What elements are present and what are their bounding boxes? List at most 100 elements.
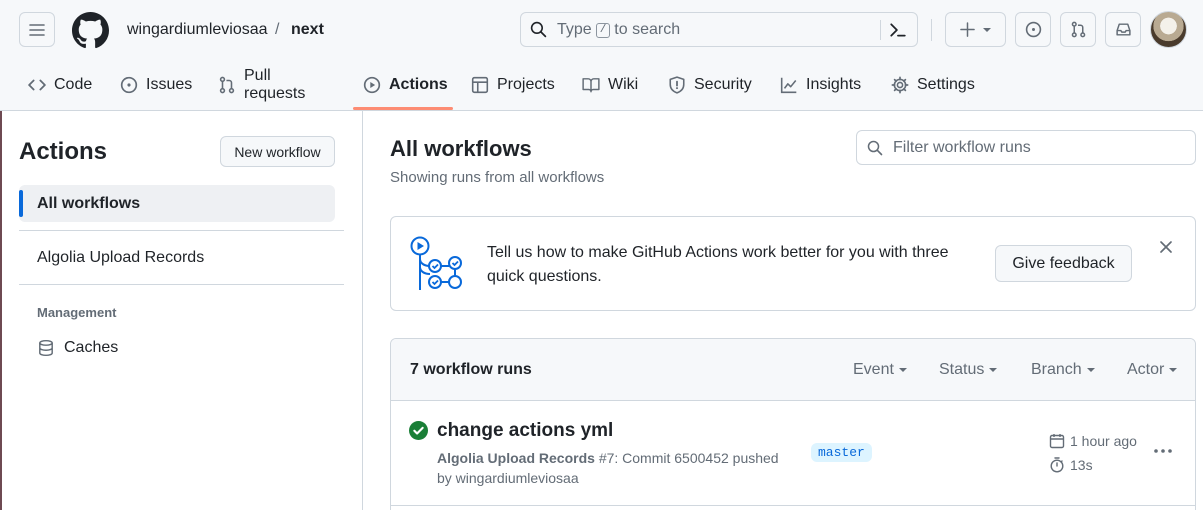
run-duration-text: 13s xyxy=(1070,457,1093,473)
status-filter-label: Status xyxy=(939,361,985,378)
tab-label: Settings xyxy=(917,75,975,93)
filter-placeholder: Filter workflow runs xyxy=(893,139,1031,156)
branch-filter-dropdown[interactable]: Branch xyxy=(1031,361,1095,379)
graph-icon xyxy=(780,77,797,93)
sidebar-item-algolia-upload-records[interactable]: Algolia Upload Records xyxy=(37,248,204,268)
window-edge xyxy=(0,111,2,510)
tab-security[interactable]: Security xyxy=(668,62,752,107)
search-prefix: Type xyxy=(557,21,592,38)
create-new-button[interactable] xyxy=(945,12,1006,47)
search-icon xyxy=(530,21,547,38)
tab-label: Code xyxy=(54,75,93,93)
workflow-runs-count: 7 workflow runs xyxy=(410,361,532,378)
menu-button[interactable] xyxy=(19,12,55,47)
book-icon xyxy=(582,77,600,92)
feedback-message: Tell us how to make GitHub Actions work … xyxy=(487,244,949,285)
issue-icon xyxy=(1025,21,1041,38)
inbox-button[interactable] xyxy=(1105,12,1141,47)
issue-icon xyxy=(120,76,138,93)
new-workflow-button[interactable]: New workflow xyxy=(220,136,335,167)
pull-request-icon xyxy=(1071,21,1085,38)
close-icon[interactable] xyxy=(1159,240,1173,254)
tab-projects[interactable]: Projects xyxy=(471,62,555,107)
tab-wiki[interactable]: Wiki xyxy=(582,62,638,107)
table-icon xyxy=(471,76,489,93)
run-title-link[interactable]: change actions yml xyxy=(437,420,613,442)
pull-request-icon xyxy=(219,76,235,93)
tab-settings[interactable]: Settings xyxy=(891,62,975,107)
filter-workflow-runs-input[interactable]: Filter workflow runs xyxy=(856,130,1196,165)
avatar[interactable] xyxy=(1150,11,1187,48)
pull-requests-button[interactable] xyxy=(1060,12,1096,47)
kebab-menu-icon[interactable] xyxy=(1153,441,1173,461)
plus-icon xyxy=(960,22,975,37)
search-icon xyxy=(867,140,883,156)
chevron-down-icon xyxy=(1086,368,1095,372)
sidebar-divider-line xyxy=(19,284,344,285)
actor-filter-label: Actor xyxy=(1127,361,1165,378)
search-input[interactable]: Type / to search xyxy=(520,12,918,47)
actor-filter-dropdown[interactable]: Actor xyxy=(1127,361,1178,379)
breadcrumb-repo[interactable]: next xyxy=(291,20,324,40)
tab-label: Wiki xyxy=(608,75,639,93)
run-workflow-name: Algolia Upload Records xyxy=(437,450,595,466)
chevron-down-icon xyxy=(983,27,991,32)
tab-actions[interactable]: Actions xyxy=(363,62,448,107)
search-suffix: to search xyxy=(614,21,681,38)
tab-code[interactable]: Code xyxy=(28,62,92,107)
chevron-down-icon xyxy=(989,368,998,372)
breadcrumb-separator: / xyxy=(275,21,280,38)
run-duration: 13s xyxy=(1049,457,1093,473)
workflow-runs-header: 7 workflow runs Event Status Branch Acto… xyxy=(391,339,1195,401)
search-shortcut-key: / xyxy=(595,22,611,38)
event-filter-label: Event xyxy=(853,361,894,378)
chevron-down-icon xyxy=(1169,368,1178,372)
tab-label: Issues xyxy=(146,75,193,93)
github-logo-icon[interactable] xyxy=(72,12,109,49)
actions-workflow-icon xyxy=(410,236,462,290)
branch-label[interactable]: master xyxy=(811,443,872,462)
active-indicator xyxy=(19,190,23,217)
check-circle-fill-icon xyxy=(409,421,428,440)
run-timestamp: 1 hour ago xyxy=(1049,433,1137,449)
run-time-text: 1 hour ago xyxy=(1070,433,1137,449)
workflow-runs-list: 7 workflow runs Event Status Branch Acto… xyxy=(390,338,1196,510)
sidebar-item-label: All workflows xyxy=(37,195,141,212)
sidebar-section-heading: Management xyxy=(37,305,117,320)
sidebar-item-all-workflows[interactable]: All workflows xyxy=(19,185,335,222)
branch-filter-label: Branch xyxy=(1031,361,1082,378)
feedback-banner: Tell us how to make GitHub Actions work … xyxy=(390,216,1196,311)
search-placeholder: Type / to search xyxy=(557,21,680,39)
code-icon xyxy=(28,79,46,90)
header-divider xyxy=(931,19,932,41)
app-header: wingardiumleviosaa / next Type / to sear… xyxy=(0,0,1203,111)
database-icon xyxy=(39,339,53,357)
play-icon xyxy=(363,76,381,93)
give-feedback-button[interactable]: Give feedback xyxy=(995,245,1132,282)
workflow-run-row[interactable]: change actions yml Algolia Upload Record… xyxy=(391,402,1195,506)
issues-button[interactable] xyxy=(1015,12,1051,47)
status-filter-dropdown[interactable]: Status xyxy=(939,361,998,379)
tab-pull-requests[interactable]: Pull requests xyxy=(218,62,305,107)
tab-label: Pull requests xyxy=(244,66,306,102)
hamburger-icon xyxy=(29,23,45,36)
sidebar-title: Actions xyxy=(19,138,108,165)
sidebar-divider xyxy=(362,111,363,510)
tab-label: Security xyxy=(694,75,752,93)
sidebar-item-label: Caches xyxy=(64,339,119,356)
tab-label: Insights xyxy=(806,75,862,93)
sidebar-divider-line xyxy=(19,230,344,231)
active-tab-indicator xyxy=(353,107,453,110)
inbox-icon xyxy=(1115,23,1131,36)
tab-issues[interactable]: Issues xyxy=(120,62,192,107)
run-meta: Algolia Upload Records #7: Commit 650045… xyxy=(437,448,797,488)
search-divider xyxy=(880,20,881,40)
page-title: All workflows xyxy=(390,136,532,161)
event-filter-dropdown[interactable]: Event xyxy=(853,361,907,379)
tab-insights[interactable]: Insights xyxy=(780,62,861,107)
command-palette-icon[interactable] xyxy=(889,21,907,39)
page-subtitle: Showing runs from all workflows xyxy=(390,169,605,186)
stopwatch-icon xyxy=(1050,457,1064,473)
breadcrumb-owner[interactable]: wingardiumleviosaa xyxy=(127,20,268,40)
sidebar-item-caches[interactable]: Caches xyxy=(37,339,118,357)
